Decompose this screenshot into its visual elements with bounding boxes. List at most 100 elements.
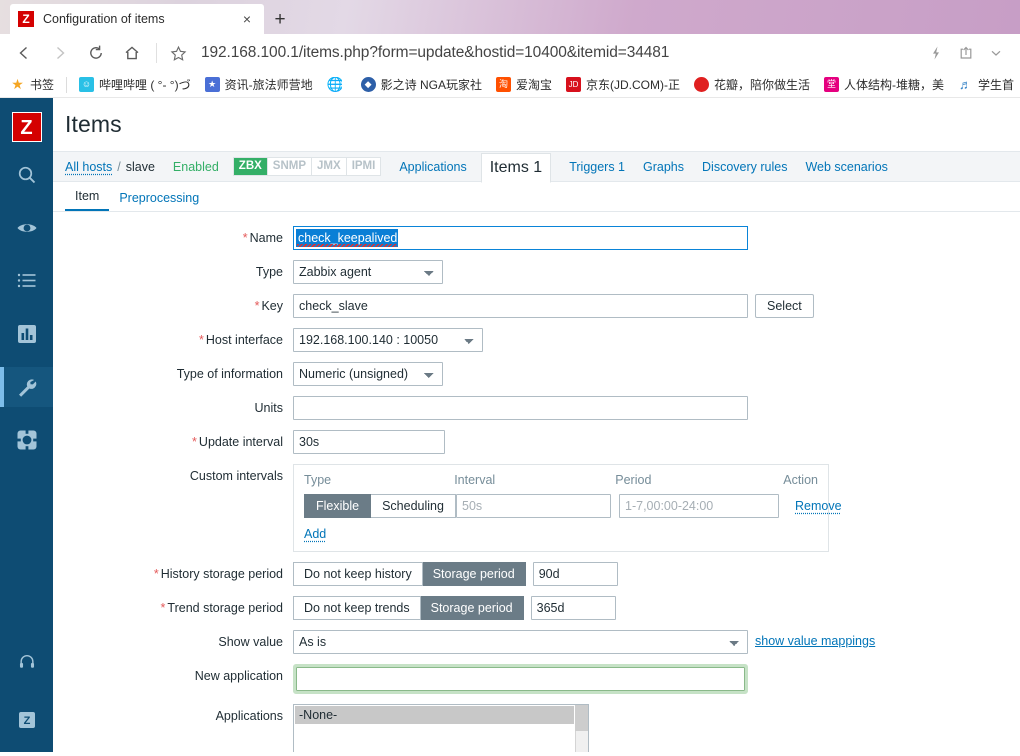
do-not-keep-history-button[interactable]: Do not keep history (293, 562, 423, 586)
application-option-none[interactable]: -None- (295, 706, 574, 724)
zabbix-content: Items All hosts / slave Enabled ZBX SNMP… (53, 98, 1020, 752)
listbox-scrollbar[interactable] (575, 705, 588, 752)
home-icon[interactable] (114, 37, 150, 69)
nav-discovery-rules[interactable]: Discovery rules (702, 160, 787, 174)
scheduling-button[interactable]: Scheduling (371, 494, 456, 518)
back-arrow-icon[interactable] (6, 37, 42, 69)
form-row-update-interval: * Update interval (53, 430, 1020, 454)
sidebar-bottom: Z (0, 624, 53, 740)
nav-triggers[interactable]: Triggers 1 (569, 160, 625, 174)
support-headset-icon[interactable] (0, 642, 53, 682)
trends-value-input[interactable] (530, 596, 616, 620)
bookmark-item[interactable]: 🌐 (321, 74, 353, 96)
name-input-value: check_keepalived (296, 229, 399, 247)
period-input[interactable] (619, 494, 779, 518)
do-not-keep-trends-button[interactable]: Do not keep trends (293, 596, 421, 620)
required-marker: * (199, 333, 204, 347)
bookmark-item[interactable]: 花瓣，陪你做生活 (688, 74, 816, 96)
required-marker: * (242, 231, 248, 245)
label-type: Type (255, 265, 283, 279)
monitoring-eye-icon[interactable] (0, 208, 53, 248)
bookmark-item[interactable]: JD 京东(JD.COM)-正 (560, 74, 686, 96)
page-header: Items (53, 98, 1020, 152)
breadcrumb: All hosts / slave Enabled ZBX SNMP JMX I… (53, 152, 1020, 183)
search-icon[interactable] (0, 155, 53, 195)
label-custom-intervals: Custom intervals (189, 469, 283, 483)
lightning-icon[interactable] (922, 39, 950, 67)
add-interval-link[interactable]: Add (304, 527, 326, 541)
bookmark-item[interactable]: ★ 书签 (4, 74, 60, 96)
form-row-history: * History storage period Do not keep hist… (53, 562, 1020, 586)
remove-interval-link[interactable]: Remove (795, 499, 842, 513)
bookmark-item[interactable]: ★ 资讯-旅法师营地 (199, 74, 319, 96)
type-select[interactable]: Zabbix agent (293, 260, 443, 284)
breadcrumb-host: slave (125, 159, 155, 174)
form-row-type: Type Zabbix agent (53, 260, 1020, 284)
address-bar[interactable]: 192.168.100.1/items.php?form=update&host… (193, 38, 922, 68)
interval-input[interactable] (456, 494, 611, 518)
trends-storage-period-button[interactable]: Storage period (420, 596, 524, 620)
tab-preprocessing[interactable]: Preprocessing (109, 186, 209, 211)
history-storage-period-button[interactable]: Storage period (422, 562, 526, 586)
nav-items[interactable]: Items 1 (480, 152, 552, 183)
bookmark-label: 花瓣，陪你做生活 (713, 78, 810, 92)
configuration-wrench-icon[interactable] (0, 367, 53, 407)
label-show-value: Show value (218, 635, 283, 649)
forward-arrow-icon (42, 37, 78, 69)
shadowverse-icon: ◆ (360, 77, 376, 92)
bookmark-item[interactable]: ◆ 影之诗 NGA玩家社 (355, 74, 488, 96)
new-application-input[interactable] (296, 667, 745, 691)
reports-chart-icon[interactable] (0, 314, 53, 354)
nav-web-scenarios[interactable]: Web scenarios (805, 160, 887, 174)
zabbix-link-icon[interactable]: Z (0, 700, 53, 740)
bookmark-label: 学生首 (977, 78, 1014, 92)
bookmark-item[interactable]: ☺ 哔哩哔哩 ( °- °)づ (73, 74, 197, 96)
breadcrumb-all-hosts[interactable]: All hosts (65, 160, 112, 174)
protocol-zbx: ZBX (233, 158, 268, 175)
zabbix-sidebar: Z Z (0, 98, 53, 752)
protocol-snmp: SNMP (267, 158, 313, 175)
close-icon[interactable]: × (238, 10, 256, 28)
name-input[interactable]: check_keepalived (293, 226, 748, 250)
bookmark-label: 资讯-旅法师营地 (224, 78, 313, 92)
applications-listbox[interactable]: -None- (293, 704, 589, 752)
nav-graphs[interactable]: Graphs (643, 160, 684, 174)
bookmark-item[interactable]: 堂 人体结构-堆糖，美 (818, 74, 950, 96)
units-input[interactable] (293, 396, 748, 420)
show-value-mappings-link[interactable]: show value mappings (755, 630, 875, 648)
url-text: 192.168.100.1/items.php?form=update&host… (201, 44, 670, 61)
share-icon[interactable] (952, 39, 980, 67)
bookmark-item[interactable]: ♬ 学生首 (952, 74, 1020, 96)
zabbix-logo[interactable]: Z (11, 112, 42, 142)
bookmark-label: 影之诗 NGA玩家社 (380, 78, 482, 92)
reload-icon[interactable] (78, 37, 114, 69)
form-row-type-of-information: Type of information Numeric (unsigned) (53, 362, 1020, 386)
status-badge[interactable]: Enabled (173, 160, 219, 174)
star-icon[interactable] (163, 38, 193, 68)
tab-item[interactable]: Item (65, 184, 110, 211)
type-of-information-select[interactable]: Numeric (unsigned) (293, 362, 443, 386)
required-marker: * (192, 435, 197, 449)
duitang-icon: 堂 (823, 77, 839, 92)
inventory-list-icon[interactable] (0, 261, 53, 301)
bookmark-label: 书签 (30, 78, 55, 92)
flexible-button[interactable]: Flexible (304, 494, 372, 518)
new-tab-button[interactable]: + (268, 8, 292, 32)
bookmarks-bar: ★ 书签 ☺ 哔哩哔哩 ( °- °)づ ★ 资讯-旅法师营地 🌐 ◆ 影之诗 … (0, 72, 1020, 98)
label-host-interface-text: Host interface (205, 333, 283, 347)
administration-gear-icon[interactable] (0, 420, 53, 460)
show-value-select[interactable]: As is (293, 630, 748, 654)
history-value-input[interactable] (532, 562, 618, 586)
item-form: * Name check_keepalived Type Zabbix agent (53, 212, 1020, 752)
update-interval-input[interactable] (293, 430, 445, 454)
form-row-key: *Key Select (53, 294, 1020, 318)
label-update-interval: * Update interval (53, 430, 293, 450)
host-interface-select[interactable]: 192.168.100.140 : 10050 (293, 328, 483, 352)
chevron-down-icon[interactable] (982, 39, 1010, 67)
listbox-scrollbar-thumb[interactable] (575, 705, 588, 731)
browser-tab[interactable]: Z Configuration of items × (10, 4, 264, 34)
nav-applications[interactable]: Applications (399, 160, 466, 174)
bookmark-item[interactable]: 淘 爱淘宝 (490, 74, 558, 96)
key-select-button[interactable]: Select (755, 294, 814, 318)
key-input[interactable] (293, 294, 748, 318)
